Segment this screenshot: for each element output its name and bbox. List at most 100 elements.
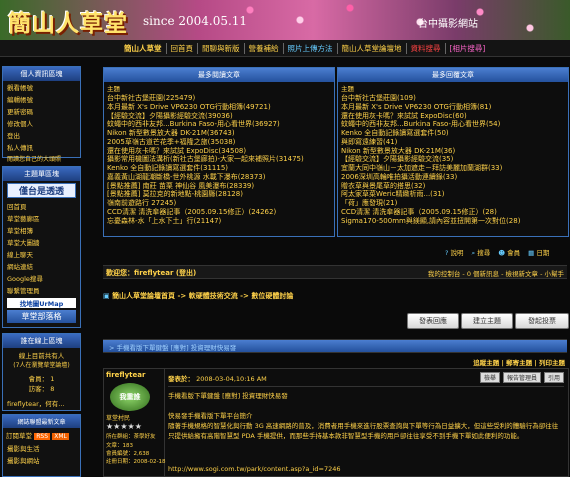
list-item[interactable]: 台中新社古堡莊園(225479) [104, 94, 334, 103]
list-item[interactable]: Kenko 全自動記錄讀寫選套件(31115) [104, 164, 334, 173]
most-read-title: 最多閱讀文章 [104, 68, 334, 82]
list-item[interactable]: 忘憂森林-水「上水下土」行(21147) [104, 217, 334, 226]
list-item[interactable]: 台中新社古堡莊園(109) [338, 94, 568, 103]
blog-badge[interactable]: 草堂部落格 [7, 310, 76, 323]
sidebar-link-avatar[interactable]: 閱讀您自己的大頭照 [3, 153, 80, 164]
welcome-text[interactable]: 歡迎您：fireflytear (登出) [106, 268, 196, 278]
post-buttons: 檢舉 報告管理員 引用 [479, 372, 564, 383]
list-item[interactable]: [景點推薦] 南莊 苗栗 神仙谷 風美瀑布(28339) [104, 182, 334, 191]
sidebar-link-home[interactable]: 回首頁 [3, 200, 80, 212]
quote-button[interactable]: 引用 [543, 372, 564, 383]
online-title: 誰在線上區塊 [3, 334, 80, 348]
nav-supplies[interactable]: 營養補給 [245, 43, 284, 54]
sidebar-link-edit-account[interactable]: 編輯帳號 [3, 93, 80, 105]
nav-chat[interactable]: 閒聊與新版 [198, 43, 245, 54]
new-topic-button[interactable]: 建立主題 [461, 313, 513, 329]
main-menu-box: 主題單區塊 僅台是透透 回首頁 草堂藝廊區 草堂相簿 草堂大圖牆 線上聊天 網站… [2, 166, 81, 328]
control-panel-links[interactable]: 我的控制台 - 0 個新訊息 - 檢視新文章 - 小幫手 [428, 268, 564, 278]
since-text: since 2004.05.11 [143, 14, 248, 28]
rss-badge[interactable]: RSS [34, 433, 51, 440]
action-icons: ? 說明 ⌕ 搜尋 ☻ 會員 ▦ 日期 [445, 247, 549, 258]
sidebar-link-private-message[interactable]: 私人傳訊 [3, 141, 80, 153]
help-icon[interactable]: ? 說明 [445, 247, 464, 258]
calendar-icon[interactable]: ▦ 日期 [528, 247, 549, 258]
list-item[interactable]: 【經驗交流】夕陽攝影經驗交流(39036) [104, 112, 334, 121]
list-item[interactable]: CCD清潔 清洗傘器記事（2005.09.15修正）(24262) [104, 208, 334, 217]
list-item[interactable]: 嶺南前遊路行 27245) [104, 199, 334, 208]
reply-button[interactable]: 發表回應 [407, 313, 459, 329]
list-item[interactable]: 2006深圳高輪唯拍攝活動連續錄(33) [338, 173, 568, 182]
search-icon[interactable]: ⌕ 搜尋 [472, 247, 491, 258]
urmap-link[interactable]: 找地圖UrMap [7, 298, 76, 308]
blog-link-2[interactable]: 攝影與網站 [3, 454, 80, 466]
nav-upload-guide[interactable]: 照片上傳方法 [284, 43, 338, 54]
nav-photo-search[interactable]: [相片搜尋] [446, 43, 490, 54]
sidebar-link-contact-admin[interactable]: 聯繫管理員 [3, 284, 80, 296]
stat-value-group: 茶學好友 [133, 434, 156, 440]
list-item[interactable]: Nikon 新型數景放大器 DK-21M(36743) [104, 129, 334, 138]
list-item[interactable]: 本月最新 X's Drive VP6230 OTG行動相簿(49721) [104, 103, 334, 112]
nav-search[interactable]: 資料搜尋 [407, 43, 446, 54]
nav-back-home[interactable]: 回首頁 [167, 43, 198, 54]
list-item[interactable]: [景點推薦] 莫拉克的新地點-桃園縣(28128) [104, 190, 334, 199]
sidebar-link-edit-profile[interactable]: 修改個人 [3, 117, 80, 129]
online-user[interactable]: fireflytear，何有... [3, 397, 80, 409]
list-item[interactable]: 阿太家草菜Weric精緻析雨...(31) [338, 190, 568, 199]
thread-options[interactable]: 追蹤主題 | 郵寄主題 | 列印主題 [473, 357, 565, 367]
blog-news-title: 網誌聯盟最新文章 [3, 415, 80, 428]
post-author[interactable]: fireflytear [104, 369, 164, 381]
list-item[interactable]: Kenko 全自動記錄讀寫選套件(50) [338, 129, 568, 138]
site-logo[interactable]: 簡山人草堂 [8, 4, 128, 38]
main-menu-title: 主題單區塊 [3, 167, 80, 181]
members-icon[interactable]: ☻ 會員 [498, 247, 520, 258]
list-item[interactable]: 本月最新 X's Drive VP6230 OTG行動相簿(81) [338, 103, 568, 112]
xml-badge[interactable]: XML [52, 433, 69, 440]
list-item[interactable]: 2005草嶺古道芒花季+福隆之旅(35038) [104, 138, 334, 147]
list-item[interactable]: 蚊蠅中的西非友邦...Burkina Faso-用心看世界(54) [338, 120, 568, 129]
nav-home[interactable]: 簡山人草堂 [120, 43, 167, 54]
list-item[interactable]: 【經驗交流】夕陽攝影經驗交流(35) [338, 155, 568, 164]
list-item[interactable]: 攝影常用機圖法溝析(新社古堡廊拍)-大家一起來補照片(31475) [104, 155, 334, 164]
list-item[interactable]: 「荷」應發現(21) [338, 199, 568, 208]
list-item[interactable]: CCD清潔 清洗傘器記事（2005.09.15修正）(28) [338, 208, 568, 217]
online-detail: (7人在瀏覽草堂論壇) [13, 362, 70, 369]
list-item[interactable]: 與即寫遠練習(41) [338, 138, 568, 147]
sidebar-link-google[interactable]: Google搜尋 [3, 272, 80, 284]
subscribe-link[interactable]: 訂閱草堂 [6, 432, 32, 440]
report-button[interactable]: 檢舉 [479, 372, 500, 383]
sidebar-link-big-wall[interactable]: 草堂大圖牆 [3, 236, 80, 248]
sidebar-link-chat[interactable]: 線上聊天 [3, 248, 80, 260]
most-replied-panel: 最多回覆文章 主題 台中新社古堡莊園(109) 本月最新 X's Drive V… [337, 67, 569, 237]
list-item[interactable]: 蚊蠅中的西非友邦...Burkina Faso-用心看世界(36927) [104, 120, 334, 129]
thread-topic-bar: > 手機看版下單鍵盤 [應對] 投資理財快易發 [103, 339, 567, 353]
list-item[interactable]: 還在使用灰卡嗎？來試試 ExpoDisc(34508) [104, 147, 334, 156]
list-item[interactable]: 嘉義黃山湖龍潮斷橋-世外桃源 水載下瀑布(28373) [104, 173, 334, 182]
banner-tagline: 台中攝影網站 [418, 19, 478, 30]
sidebar-link-account[interactable]: 觀看帳號 [3, 81, 80, 93]
list-item[interactable]: 宜蘭大同中嶺山－太加遮走－拜訪美麗加蘭湖群(33) [338, 164, 568, 173]
online-text: 線上目前共有人 [18, 352, 65, 360]
sidebar-link-change-password[interactable]: 更新密碼 [3, 105, 80, 117]
list-item[interactable]: 還在使用灰卡嗎？來試試 ExpoDisc(60) [338, 112, 568, 121]
list-item[interactable]: Nikon 新型數景放大器 DK-21M(36) [338, 147, 568, 156]
most-read-panel: 最多閱讀文章 主題 台中新社古堡莊園(225479) 本月最新 X's Driv… [103, 67, 335, 237]
sidebar-link-logout[interactable]: 登出 [3, 129, 80, 141]
online-box: 誰在線上區塊 線上目前共有人 (7人在瀏覽草堂論壇) 會員： 1 訪客： 8 f… [2, 333, 81, 411]
welcome-bar: 歡迎您：fireflytear (登出) 我的控制台 - 0 個新訊息 - 檢視… [103, 265, 567, 279]
author-stars: ★★★★★ [106, 422, 142, 431]
sidebar-link-album[interactable]: 草堂相簿 [3, 224, 80, 236]
report-admin-button[interactable]: 報告管理員 [502, 372, 541, 383]
post-link[interactable]: http://www.sogi.com.tw/park/content.asp?… [168, 465, 340, 473]
list-item[interactable]: Sigma170-500mm與鎂顯,請內容並扭開第一次對位(28) [338, 217, 568, 226]
post-subtitle: 快易發手機看版下單平台簡介 [168, 412, 253, 420]
sidebar-link-links[interactable]: 網站連結 [3, 260, 80, 272]
list-item[interactable]: 贈衣草與景尾草的搭思(32) [338, 182, 568, 191]
post-author-panel: fireflytear 我重誰 草堂村民 ★★★★★ 所在群組：茶學好友 文章：… [104, 369, 165, 476]
sidebar-banner[interactable]: 僅台是透透 [7, 183, 76, 198]
new-poll-button[interactable]: 發起投票 [515, 313, 569, 329]
blog-link-1[interactable]: 攝影與生活 [3, 442, 80, 454]
sidebar-link-gallery[interactable]: 草堂藝廊區 [3, 212, 80, 224]
guests-count: 8 [50, 385, 55, 393]
nav-forum[interactable]: 簡山人草堂論壇地 [338, 43, 407, 54]
post-container: fireflytear 我重誰 草堂村民 ★★★★★ 所在群組：茶學好友 文章：… [103, 368, 569, 477]
